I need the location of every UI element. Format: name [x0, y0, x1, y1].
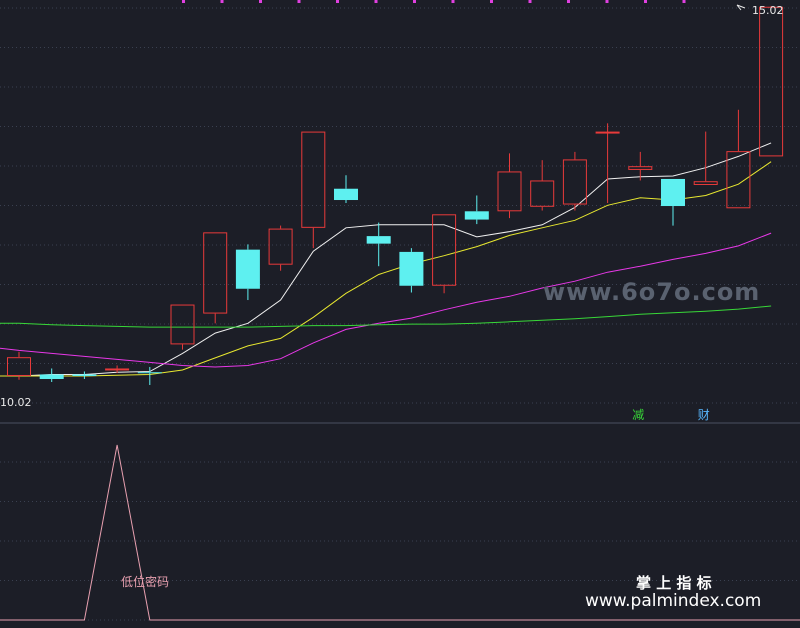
top-tick: [182, 0, 185, 3]
top-tick: [413, 0, 416, 3]
signal-marker: 减: [632, 408, 644, 422]
top-tick: [567, 0, 570, 3]
candle-body: [137, 372, 162, 374]
top-tick: [682, 0, 686, 3]
top-tick: [528, 0, 532, 3]
top-tick: [220, 0, 224, 3]
candle-body: [399, 251, 424, 286]
top-tick: [374, 0, 378, 3]
candle-body: [105, 368, 130, 371]
site-watermark: www.palmindex.com: [585, 591, 761, 611]
price-high-label: 15.02: [752, 4, 784, 17]
candle-body: [661, 178, 685, 207]
price-low-label: 10.02: [0, 396, 32, 409]
candle-body: [39, 374, 64, 379]
candle-body: [464, 211, 489, 220]
top-tick: [336, 0, 339, 3]
top-tick: [644, 0, 647, 3]
top-tick: [297, 0, 301, 3]
candle-body: [235, 249, 260, 289]
top-tick: [259, 0, 262, 3]
candle-body: [366, 236, 391, 244]
stock-chart[interactable]: 减 财 15.02 10.02 低位密码 www.6o7o.com 掌 上 指 标…: [0, 0, 800, 624]
chart-window: 减 财 15.02 10.02 低位密码 www.6o7o.com 掌 上 指 标…: [0, 0, 800, 624]
indicator-label: 低位密码: [121, 574, 169, 589]
center-watermark: www.6o7o.com: [543, 278, 760, 306]
top-tick: [451, 0, 455, 3]
signal-marker: 财: [698, 408, 710, 422]
candle-body: [72, 374, 97, 376]
top-tick: [605, 0, 609, 3]
candle-body: [595, 131, 620, 134]
brand-watermark: 掌 上 指 标: [636, 574, 712, 592]
candle-body: [334, 188, 358, 201]
top-tick: [490, 0, 493, 3]
